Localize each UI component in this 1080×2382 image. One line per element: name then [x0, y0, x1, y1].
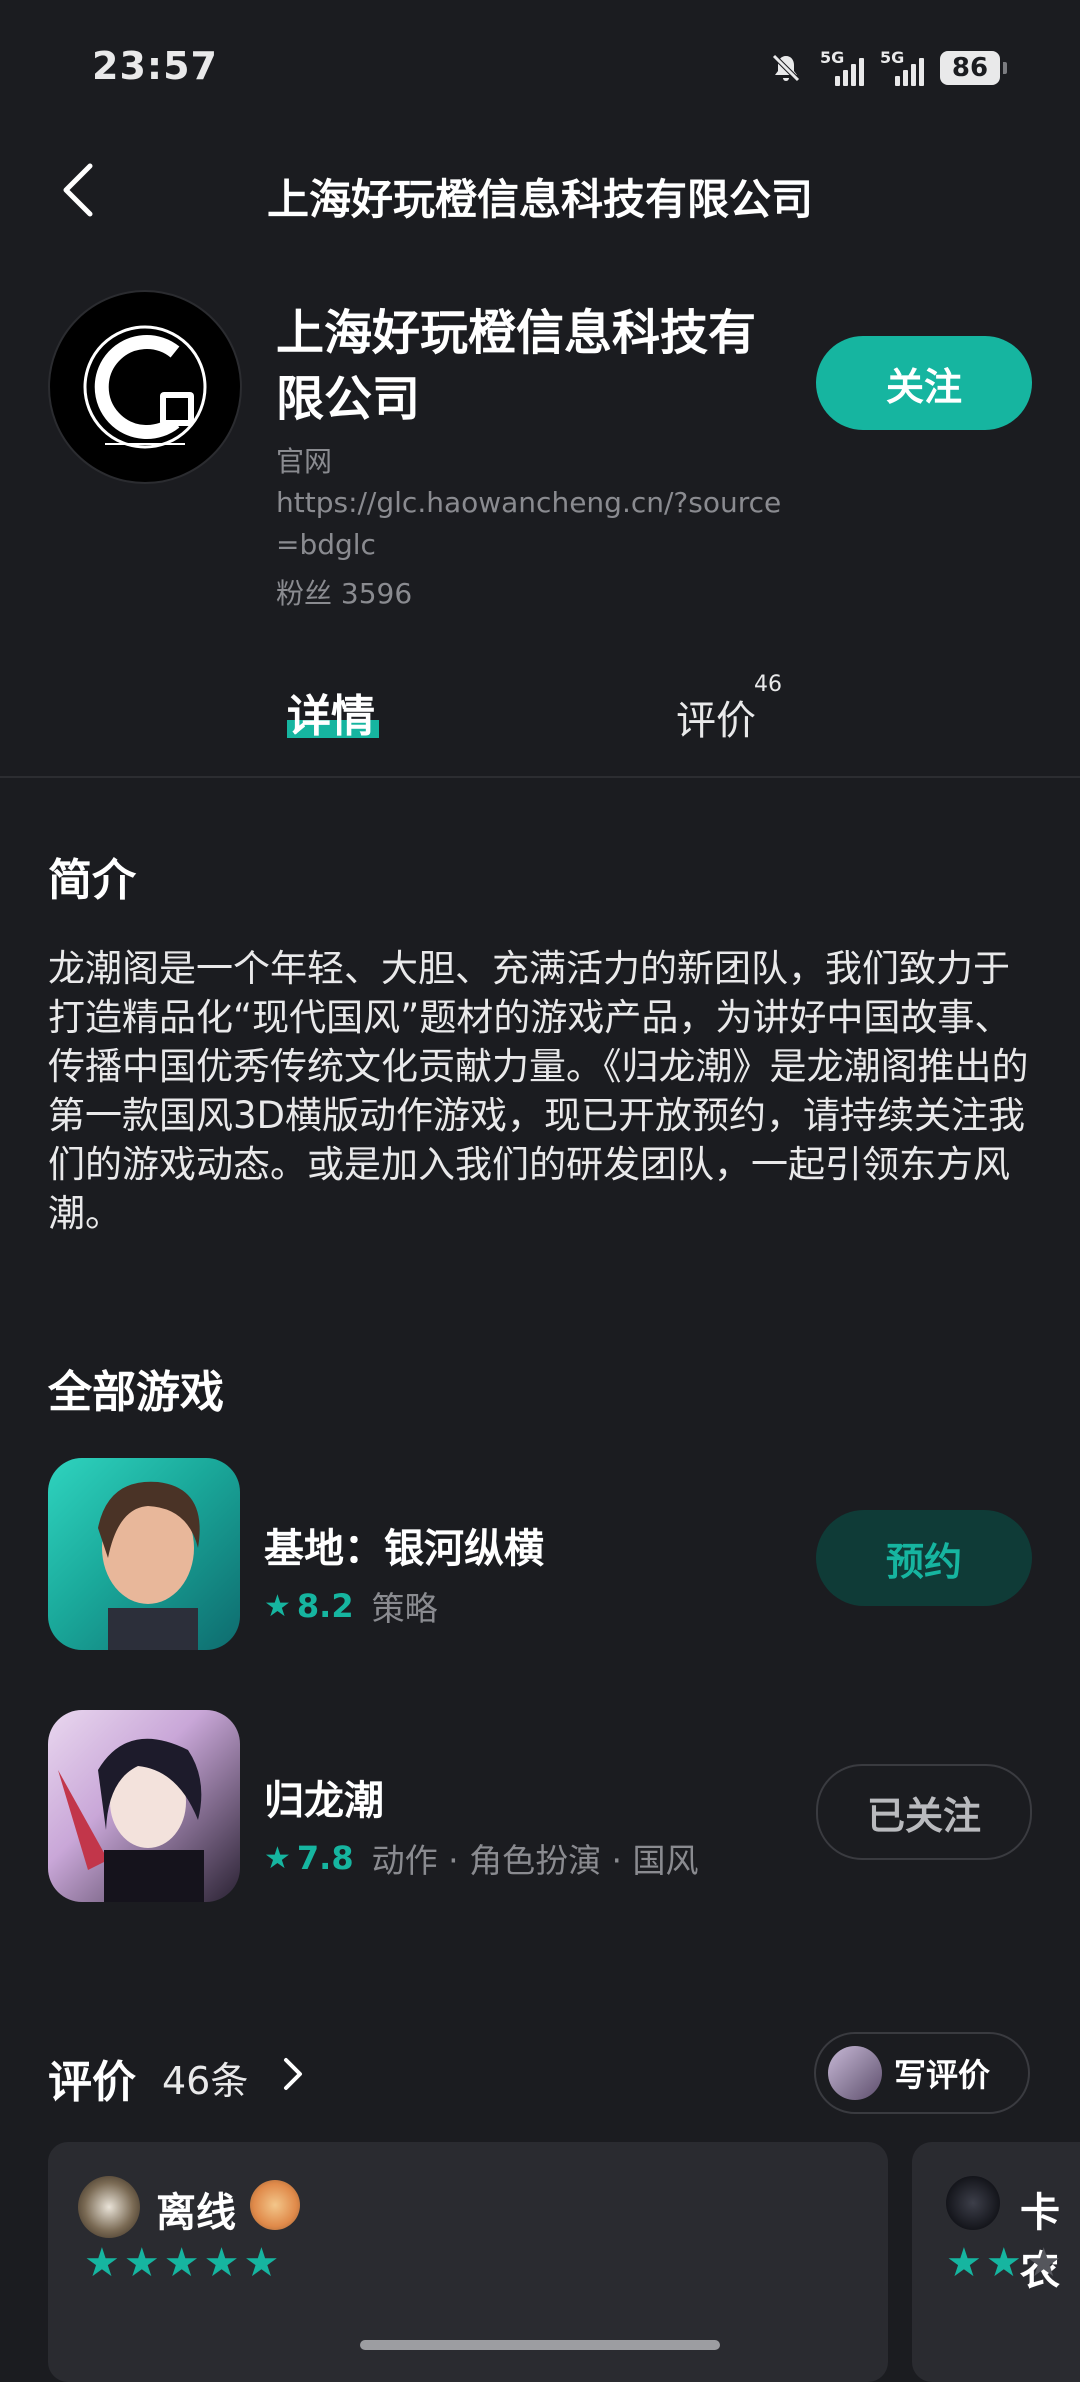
signal-icon: 5G [880, 48, 924, 88]
tab-detail[interactable]: 详情 [287, 680, 375, 744]
game-title[interactable]: 基地：银河纵横 [264, 1516, 544, 1574]
follow-button[interactable]: 关注 [816, 336, 1032, 430]
star-rating: ★★★★★ [84, 2240, 284, 2286]
chevron-right-icon[interactable] [278, 2056, 306, 2092]
avatar[interactable] [78, 2176, 140, 2238]
avatar [828, 2046, 882, 2100]
game-rating: ★ 8.2 策略 [264, 1582, 438, 1630]
tab-label: 详情 [287, 691, 375, 742]
reviews-count[interactable]: 46条 [162, 2050, 248, 2105]
status-icons: 5G 5G 86 [768, 48, 1007, 88]
intro-heading: 简介 [48, 855, 136, 906]
fans-count: 粉丝 3596 [276, 577, 413, 610]
battery-icon: 86 [940, 51, 1007, 85]
game-rating: ★ 7.8 动作 · 角色扮演 · 国风 [264, 1834, 699, 1882]
website-link[interactable]: https://glc.haowancheng.cn/?source=bdglc [276, 482, 786, 566]
company-logo [48, 290, 242, 484]
divider [0, 776, 1080, 778]
mute-bell-icon [772, 54, 800, 82]
tab-reviews[interactable]: 评价 [676, 688, 756, 746]
star-icon: ★ [264, 1840, 291, 1876]
tab-badge: 46 [754, 672, 782, 697]
write-review-label: 写评价 [894, 2056, 991, 2094]
status-time: 23:57 [92, 44, 218, 88]
star-rating: ★★★ [946, 2240, 1066, 2286]
reviews-heading[interactable]: 评价 [48, 2046, 136, 2110]
signal-icon: 5G [820, 48, 864, 88]
game-genre: 动作 · 角色扮演 · 国风 [371, 1841, 699, 1880]
games-heading: 全部游戏 [48, 1367, 224, 1418]
write-review-button[interactable]: 写评价 [814, 2032, 1030, 2114]
page-title: 上海好玩橙信息科技有限公司 [266, 175, 813, 224]
game-icon[interactable] [48, 1458, 240, 1650]
reviewer-name: 离线 [156, 2190, 236, 2236]
avatar[interactable] [946, 2176, 1000, 2230]
company-name: 上海好玩橙信息科技有限公司 [276, 305, 757, 427]
rating-value: 7.8 [296, 1839, 354, 1877]
followed-button[interactable]: 已关注 [816, 1764, 1032, 1860]
reserve-button[interactable]: 预约 [816, 1510, 1032, 1606]
badge-icon [250, 2180, 300, 2230]
website-label: 官网 [276, 445, 333, 478]
game-genre: 策略 [371, 1589, 438, 1628]
star-icon: ★ [264, 1588, 291, 1624]
rating-value: 8.2 [296, 1587, 354, 1625]
game-title[interactable]: 归龙潮 [264, 1768, 384, 1826]
home-indicator[interactable] [360, 2340, 720, 2350]
intro-text: 龙潮阁是一个年轻、大胆、充满活力的新团队，我们致力于打造精品化“现代国风”题材的… [48, 947, 1029, 1235]
game-icon[interactable] [48, 1710, 240, 1902]
